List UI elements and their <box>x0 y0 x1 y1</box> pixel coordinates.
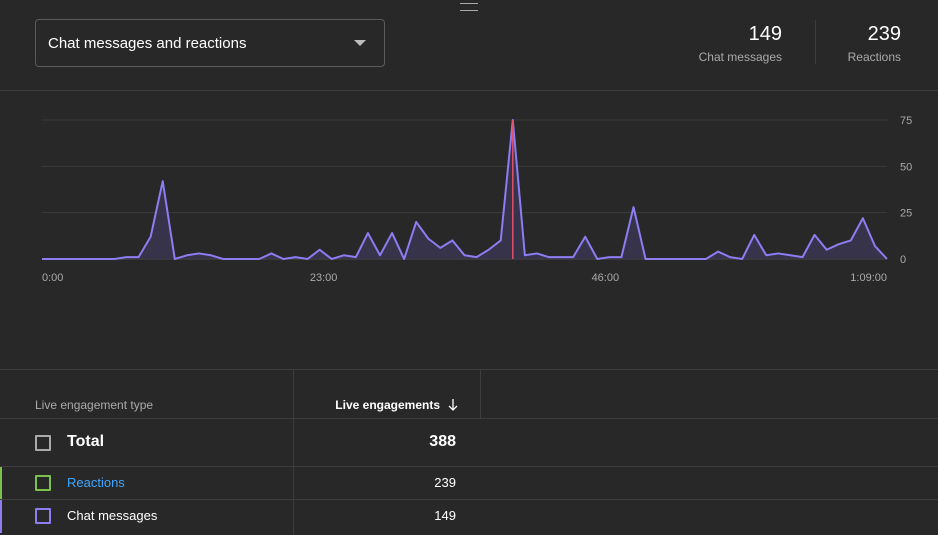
total-checkbox[interactable] <box>35 435 51 451</box>
x-tick-label: 1:09:00 <box>850 272 887 284</box>
table-row-total: Total 388 <box>0 419 938 466</box>
x-tick-label: 0:00 <box>42 272 63 284</box>
reactions-label[interactable]: Reactions <box>67 475 125 490</box>
header-live-engagements-label: Live engagements <box>335 398 440 412</box>
header-engagement-type: Live engagement type <box>35 398 154 412</box>
engagement-chart-svg: 0 25 50 75 0:00 23:00 46:00 1:09:00 <box>42 115 912 284</box>
stat-chat-messages: 149 Chat messages <box>699 22 782 64</box>
stat-reactions: 239 Reactions <box>848 22 901 64</box>
y-tick-label: 25 <box>900 208 912 220</box>
caret-down-icon <box>354 40 366 46</box>
series-color-marker <box>0 467 2 499</box>
column-divider <box>480 370 481 418</box>
stat-chat-messages-label: Chat messages <box>698 50 782 64</box>
stat-reactions-value: 239 <box>867 23 901 45</box>
table-row: Reactions 239 <box>0 467 938 499</box>
stat-chat-messages-value: 149 <box>748 23 782 45</box>
x-tick-label: 46:00 <box>592 272 620 284</box>
stat-divider <box>815 20 816 64</box>
header-live-engagements[interactable]: Live engagements <box>335 398 458 412</box>
y-tick-label: 75 <box>900 115 912 127</box>
reactions-checkbox[interactable] <box>35 475 51 491</box>
y-tick-label: 50 <box>900 161 912 173</box>
total-label: Total <box>67 433 105 450</box>
sort-arrow-down-icon <box>448 399 458 411</box>
series-color-marker <box>0 500 2 533</box>
top-bar: Chat messages and reactions 149 Chat mes… <box>0 0 938 91</box>
metric-dropdown-label: Chat messages and reactions <box>48 34 247 52</box>
total-value: 388 <box>429 433 456 450</box>
chat-messages-label[interactable]: Chat messages <box>67 508 157 523</box>
y-tick-label: 0 <box>900 254 906 266</box>
stat-reactions-label: Reactions <box>847 50 901 64</box>
chat-messages-checkbox[interactable] <box>35 508 51 524</box>
engagement-table: Live engagement type Live engagements To… <box>0 369 938 535</box>
metric-dropdown[interactable]: Chat messages and reactions <box>35 19 385 67</box>
reactions-value: 239 <box>434 475 456 490</box>
series-area <box>42 120 887 259</box>
table-row: Chat messages 149 <box>0 500 938 533</box>
chat-messages-value: 149 <box>434 508 456 523</box>
x-tick-label: 23:00 <box>310 272 338 284</box>
engagement-chart: 0 25 50 75 0:00 23:00 46:00 1:09:00 <box>0 92 938 368</box>
